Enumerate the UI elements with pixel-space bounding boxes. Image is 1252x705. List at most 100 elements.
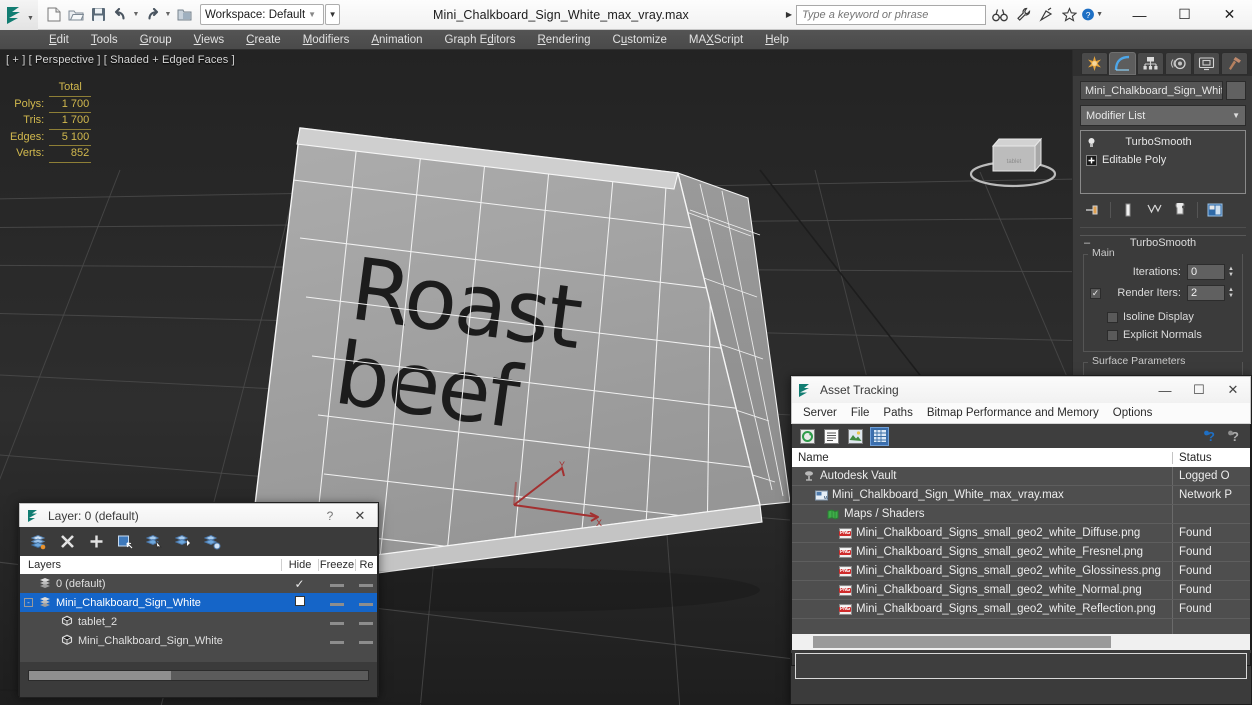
wrench-icon[interactable] (1012, 4, 1034, 26)
toggle-dash-icon[interactable] (359, 583, 373, 587)
layer-horizontal-scrollbar[interactable] (28, 670, 369, 681)
list-view-icon[interactable] (822, 427, 841, 446)
layer-help-button[interactable]: ? (317, 509, 343, 523)
minimize-button[interactable]: — (1117, 0, 1162, 29)
asset-close-button[interactable]: ✕ (1216, 378, 1250, 403)
asset-maximize-button[interactable]: ☐ (1182, 378, 1216, 403)
asset-row[interactable]: Autodesk Vault Logged O (792, 467, 1250, 486)
iterations-field[interactable]: 0 (1187, 264, 1225, 280)
toggle-dash-icon[interactable] (359, 621, 373, 625)
layer-row[interactable]: 0 (default) ✓ (20, 574, 377, 593)
star-icon[interactable] (1058, 4, 1080, 26)
asset-tracking-dialog[interactable]: Asset Tracking — ☐ ✕ Server File Paths Bitm… (790, 375, 1252, 705)
toggle-dash-icon[interactable] (359, 640, 373, 644)
scrollbar-thumb[interactable] (29, 671, 172, 680)
new-layer-icon[interactable] (28, 532, 48, 552)
hierarchy-tab[interactable] (1137, 52, 1164, 75)
toggle-dash-icon[interactable] (329, 621, 344, 625)
layer-freeze-cell[interactable] (318, 635, 355, 647)
select-objects-in-layer-icon[interactable] (115, 532, 135, 552)
layer-render-cell[interactable] (355, 635, 377, 647)
layer-freeze-cell[interactable] (318, 578, 355, 590)
asset-menu-options[interactable]: Options (1106, 403, 1160, 424)
make-unique-icon[interactable] (1142, 200, 1166, 221)
menu-help[interactable]: Help (754, 30, 800, 50)
open-file-icon[interactable] (66, 4, 86, 26)
layer-freeze-cell[interactable] (318, 597, 355, 609)
select-highlighted-objects-icon[interactable] (144, 532, 164, 552)
menu-tools[interactable]: Tools (80, 30, 129, 50)
render-iters-spinner[interactable]: ▲ ▼ (1226, 285, 1236, 301)
asset-row[interactable]: Maps / Shaders (792, 505, 1250, 524)
layer-hide-cell[interactable] (281, 596, 318, 609)
toggle-dash-icon[interactable] (359, 602, 373, 606)
render-iters-field[interactable]: 2 (1187, 285, 1225, 301)
asset-row[interactable]: PNG Mini_Chalkboard_Signs_small_geo2_whit… (792, 581, 1250, 600)
object-color-swatch[interactable] (1226, 81, 1246, 100)
asset-row[interactable]: PNG Mini_Chalkboard_Signs_small_geo2_whit… (792, 543, 1250, 562)
layer-row[interactable]: tablet_2 (20, 612, 377, 631)
search-input[interactable] (802, 8, 980, 21)
asset-row[interactable]: MAX Mini_Chalkboard_Sign_White_max_vray.m… (792, 486, 1250, 505)
object-name-field[interactable]: Mini_Chalkboard_Sign_Whit (1080, 81, 1223, 100)
maximize-button[interactable]: ☐ (1162, 0, 1207, 29)
thumbnail-view-icon[interactable] (846, 427, 865, 446)
menu-modifiers[interactable]: Modifiers (292, 30, 361, 50)
menu-edit[interactable]: Edit (38, 30, 80, 50)
asset-row[interactable]: PNG Mini_Chalkboard_Signs_small_geo2_whit… (792, 600, 1250, 619)
layer-render-cell[interactable] (355, 597, 377, 609)
modifier-list-dropdown[interactable]: Modifier List ▼ (1080, 105, 1246, 126)
search-box[interactable] (796, 4, 986, 25)
utilities-tab[interactable] (1221, 52, 1248, 75)
modifier-stack[interactable]: TurboSmooth Editable Poly (1080, 130, 1246, 194)
explicit-normals-checkbox[interactable] (1107, 329, 1118, 341)
display-tab[interactable] (1193, 52, 1220, 75)
project-folder-icon[interactable] (174, 4, 194, 26)
layer-close-button[interactable]: ✕ (343, 503, 377, 528)
help-blue-icon[interactable]: ? (1201, 427, 1220, 446)
modify-tab[interactable] (1109, 52, 1136, 75)
asset-menu-server[interactable]: Server (796, 403, 844, 424)
show-end-result-icon[interactable] (1116, 200, 1140, 221)
help-dropdown-icon[interactable]: ▼ (1096, 11, 1103, 18)
stack-item-turbosmooth[interactable]: TurboSmooth (1081, 133, 1245, 151)
menu-rendering[interactable]: Rendering (526, 30, 601, 50)
layer-row[interactable]: - Mini_Chalkboard_Sign_White (20, 593, 377, 612)
refresh-icon[interactable] (798, 427, 817, 446)
search-expand-icon[interactable]: ▶ (782, 10, 796, 19)
toggle-dash-icon[interactable] (329, 583, 344, 587)
set-current-layer-icon[interactable] (202, 532, 222, 552)
hide-check-icon[interactable]: ✓ (294, 577, 304, 591)
layer-row[interactable]: Mini_Chalkboard_Sign_White (20, 631, 377, 650)
layer-freeze-cell[interactable] (318, 616, 355, 628)
layer-render-cell[interactable] (355, 578, 377, 590)
asset-minimize-button[interactable]: — (1148, 378, 1182, 403)
satellite-icon[interactable] (1035, 4, 1057, 26)
add-selected-objects-icon[interactable] (173, 532, 193, 552)
hide-checkbox[interactable] (294, 596, 305, 606)
help-gray-icon[interactable]: ? (1225, 427, 1244, 446)
layer-hide-cell[interactable]: ✓ (281, 577, 318, 591)
menu-create[interactable]: Create (235, 30, 292, 50)
menu-group[interactable]: Group (129, 30, 183, 50)
asset-menu-paths[interactable]: Paths (876, 403, 919, 424)
close-button[interactable]: ✕ (1207, 0, 1252, 29)
save-file-icon[interactable] (88, 4, 108, 26)
workspace-selector[interactable]: Workspace: Default ▼ (200, 4, 325, 25)
configure-modifier-sets-icon[interactable] (1203, 200, 1227, 221)
new-file-icon[interactable] (44, 4, 64, 26)
asset-menu-bitmap-performance-and-memory[interactable]: Bitmap Performance and Memory (920, 403, 1106, 424)
render-iters-checkbox[interactable]: ✓ (1090, 287, 1101, 299)
scrollbar-thumb[interactable] (813, 636, 1112, 648)
asset-row[interactable]: PNG Mini_Chalkboard_Signs_small_geo2_whit… (792, 524, 1250, 543)
workspace-dropdown-icon[interactable]: ▼ (325, 4, 341, 25)
pin-stack-icon[interactable] (1081, 200, 1105, 221)
layer-list[interactable]: 0 (default) ✓ - Mini_Chalkboard_Sign_White t… (19, 574, 378, 662)
menu-animation[interactable]: Animation (360, 30, 433, 50)
isoline-display-row[interactable]: Isoline Display (1090, 308, 1236, 326)
redo-icon[interactable] (142, 4, 162, 26)
grid-view-icon[interactable] (870, 426, 889, 446)
menu-customize[interactable]: Customize (602, 30, 678, 50)
isoline-display-checkbox[interactable] (1107, 311, 1118, 323)
menu-maxscript[interactable]: MAXScript (678, 30, 754, 50)
